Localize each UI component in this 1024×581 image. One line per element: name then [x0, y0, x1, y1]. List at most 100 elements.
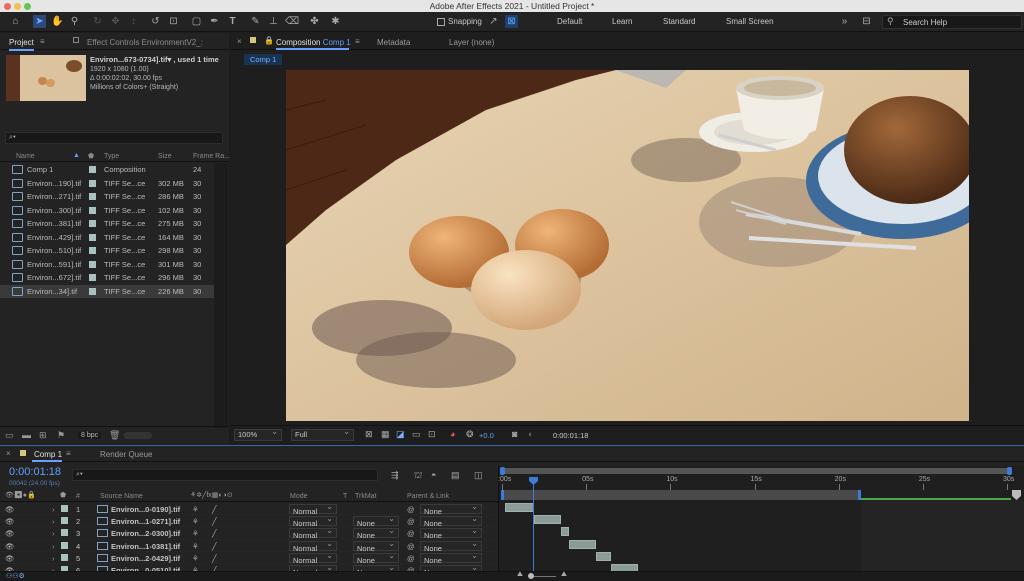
shy-switch-icon[interactable]: ⚘ [192, 554, 199, 563]
column-name[interactable]: Name [16, 153, 35, 160]
anchor-tool-icon[interactable]: ⊡ [167, 15, 180, 28]
viewer-timecode[interactable]: 0:00:01:18 [553, 431, 588, 440]
column-source-name[interactable]: Source Name [100, 493, 143, 500]
project-settings-icon[interactable]: ⚑ [57, 430, 65, 441]
magnification-dropdown[interactable]: 100% [234, 427, 282, 441]
project-scrollbar[interactable] [214, 163, 228, 428]
parent-dropdown[interactable]: None [420, 539, 482, 553]
layer-row[interactable]: 👁 › 2 Environ...1-0271].tif ⚘ ╱ Normal None @ Non… [0, 514, 498, 528]
eye-icon[interactable]: 👁 [5, 505, 15, 514]
quality-switch-icon[interactable]: ╱ [212, 554, 217, 563]
sort-ascending-icon[interactable]: ▲ [73, 152, 80, 159]
more-workspaces-icon[interactable]: » [838, 15, 851, 28]
expand-arrow-icon[interactable]: › [52, 529, 55, 538]
label-column-icon[interactable]: ⬟ [88, 152, 94, 160]
expand-arrow-icon[interactable]: › [52, 517, 55, 526]
project-item[interactable]: Environ...271].tif TIFF Se...ce 286 MB 30 [0, 190, 228, 204]
layer-row[interactable]: 👁 › 1 Environ...0-0190].tif ⚘ ╱ Normal @ None [0, 502, 498, 516]
blend-mode-dropdown[interactable]: Normal [289, 502, 337, 516]
puppet-tool-icon[interactable]: ✱ [329, 15, 342, 28]
eye-icon[interactable]: 👁 [5, 517, 15, 526]
layer-row[interactable]: 👁 › 4 Environ...1-0381].tif ⚘ ╱ Normal None @ Non… [0, 539, 498, 553]
snap-features-icon[interactable]: ⊠ [505, 15, 518, 28]
thumbnail-size-slider[interactable] [124, 432, 152, 439]
clone-stamp-tool-icon[interactable]: ⊥ [267, 15, 280, 28]
dolly-camera-icon[interactable]: ↕ [127, 15, 140, 28]
shy-switch-icon[interactable]: ⚘ [192, 542, 199, 551]
project-item[interactable]: Environ...510].tif TIFF Se...ce 298 MB 30 [0, 244, 228, 258]
eye-icon[interactable]: 👁 [5, 554, 15, 563]
hand-tool-icon[interactable]: ✋ [51, 15, 64, 28]
track-matte-dropdown[interactable]: None [353, 551, 399, 565]
shy-layers-icon[interactable]: ◓ [431, 470, 436, 480]
column-trkmat[interactable]: TrkMat [355, 493, 377, 500]
parent-dropdown[interactable]: None [420, 526, 482, 540]
pick-whip-icon[interactable]: @ [407, 505, 415, 514]
av-switches-icon[interactable]: 👁◀●🔒 [5, 491, 36, 499]
comp-viewer[interactable] [286, 70, 969, 421]
expand-arrow-icon[interactable]: › [52, 542, 55, 551]
zoom-in-icon[interactable]: ⛰ [561, 571, 567, 579]
tab-render-queue[interactable]: Render Queue [100, 450, 152, 459]
graph-editor-icon[interactable]: ◫ [474, 470, 483, 481]
panel-lock-icon[interactable] [73, 37, 79, 43]
bit-depth-button[interactable]: 8 bpc [78, 432, 102, 439]
pick-whip-icon[interactable]: @ [407, 529, 415, 538]
roto-brush-tool-icon[interactable]: ✤ [308, 15, 321, 28]
shy-switch-icon[interactable]: ⚘ [192, 505, 199, 514]
grid-guides-icon[interactable]: ⊡ [428, 429, 436, 440]
tab-composition[interactable]: Composition Comp 1 [276, 38, 351, 47]
layer-duration-bar[interactable] [504, 503, 534, 512]
parent-dropdown[interactable]: None [420, 502, 482, 516]
frame-blending-icon[interactable]: ▤ [451, 470, 460, 481]
selection-tool-icon[interactable]: ➤ [33, 15, 46, 28]
eye-icon[interactable]: 👁 [5, 542, 15, 551]
quality-switch-icon[interactable]: ╱ [212, 505, 217, 514]
parent-dropdown[interactable]: None [420, 551, 482, 565]
blend-mode-dropdown[interactable]: Normal [289, 514, 337, 528]
quality-switch-icon[interactable]: ╱ [212, 529, 217, 538]
panel-menu-icon[interactable]: ≡ [355, 37, 360, 46]
pen-tool-icon[interactable]: ✒ [208, 15, 221, 28]
pick-whip-icon[interactable]: @ [407, 542, 415, 551]
layer-duration-bar[interactable] [533, 515, 561, 525]
label-color-swatch[interactable] [89, 206, 96, 214]
column-size[interactable]: Size [158, 153, 172, 160]
current-time-display[interactable]: 0:00:01:18 [9, 466, 61, 478]
label-color-swatch[interactable] [61, 529, 68, 537]
panel-menu-icon[interactable]: ≡ [40, 37, 45, 46]
label-color-swatch[interactable] [61, 517, 68, 525]
column-mode[interactable]: Mode [290, 493, 308, 500]
toggle-panes-icon[interactable]: ⚇⚇⚙ [6, 572, 25, 580]
color-channels-icon[interactable]: ◕ [450, 429, 455, 439]
snapshot-icon[interactable]: ◙ [512, 429, 517, 439]
workspace-small-screen[interactable]: Small Screen [726, 17, 774, 26]
fast-previews-icon[interactable]: ⊠ [365, 429, 373, 440]
draft-3d-icon[interactable]: ⛫ [414, 470, 422, 482]
new-folder-icon[interactable]: ▬ [22, 430, 31, 440]
label-color-swatch[interactable] [89, 247, 96, 254]
close-tab-icon[interactable]: × [6, 449, 11, 458]
tab-layer[interactable]: Layer (none) [449, 38, 494, 47]
reset-exposure-icon[interactable]: ❂ [466, 429, 474, 440]
rotation-tool-icon[interactable]: ↺ [149, 15, 162, 28]
navigator-start-handle[interactable] [500, 467, 505, 475]
timeline-zoom-thumb[interactable] [528, 573, 534, 579]
close-window-button[interactable] [4, 2, 11, 10]
track-matte-dropdown[interactable]: None [353, 539, 399, 553]
close-tab-icon[interactable]: × [237, 37, 242, 46]
work-area-start-handle[interactable] [501, 490, 504, 500]
track-matte-dropdown[interactable]: None [353, 514, 399, 528]
quality-switch-icon[interactable]: ╱ [212, 517, 217, 526]
label-color-swatch[interactable] [89, 193, 96, 200]
blend-mode-dropdown[interactable]: Normal [289, 539, 337, 553]
label-column-icon[interactable]: ⬟ [60, 491, 66, 499]
interpret-footage-icon[interactable]: ▭ [5, 430, 14, 441]
comp-end-marker[interactable] [1012, 490, 1021, 500]
expand-arrow-icon[interactable]: › [52, 505, 55, 514]
home-icon[interactable]: ⌂ [9, 15, 22, 28]
workspace-settings-icon[interactable]: ⊟ [859, 15, 874, 28]
time-navigator[interactable] [500, 467, 1012, 475]
comp-mini-flowchart-icon[interactable]: ⇶ [391, 470, 399, 481]
resolution-dropdown[interactable]: Full [291, 427, 354, 441]
